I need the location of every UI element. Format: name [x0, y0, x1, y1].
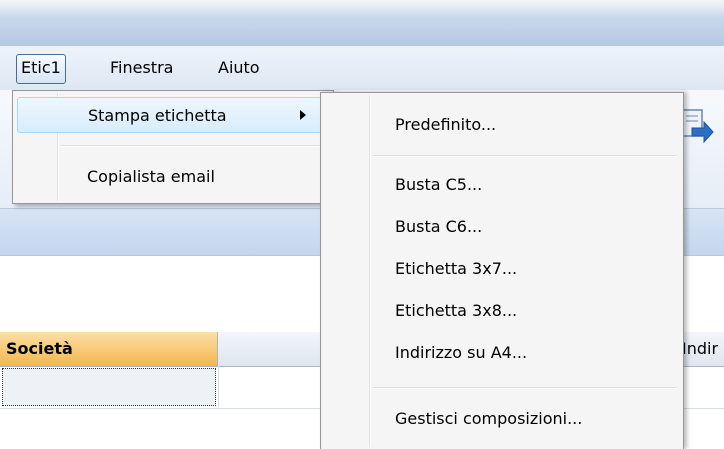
column-header-societa[interactable]: Società: [0, 332, 218, 366]
forward-arrow-icon[interactable]: [680, 106, 714, 146]
column-header-indirizzo[interactable]: Indir: [680, 332, 724, 366]
menu-finestra[interactable]: Finestra: [106, 54, 177, 82]
menu-item-label: Stampa etichetta: [88, 106, 227, 125]
window-title-bar: [0, 0, 724, 46]
menu-separator: [61, 145, 329, 147]
menu-gutter: [369, 95, 371, 447]
selected-cell[interactable]: [2, 368, 216, 406]
menu-item-indirizzo-su-a4[interactable]: Indirizzo su A4...: [395, 337, 527, 369]
dropdown-menu-etic1: Stampa etichetta Copialista email: [12, 90, 334, 204]
menu-separator: [373, 155, 677, 157]
menu-aiuto[interactable]: Aiuto: [214, 54, 264, 82]
menu-bar: Etic1 Finestra Aiuto: [0, 46, 724, 91]
submenu-arrow-icon: [300, 110, 306, 120]
menu-item-etichetta-3x8[interactable]: Etichetta 3x8...: [395, 295, 517, 327]
menu-etic1[interactable]: Etic1: [16, 54, 66, 84]
menu-item-busta-c6[interactable]: Busta C6...: [395, 211, 482, 243]
menu-item-copialista-email[interactable]: Copialista email: [87, 161, 215, 193]
submenu-stampa-etichetta: Predefinito... Busta C5... Busta C6... E…: [320, 92, 684, 449]
menu-item-predefinito[interactable]: Predefinito...: [395, 109, 496, 141]
menu-item-gestisci-composizioni[interactable]: Gestisci composizioni...: [395, 403, 582, 435]
menu-item-stampa-etichetta[interactable]: Stampa etichetta: [17, 97, 329, 133]
menu-separator: [373, 387, 677, 389]
menu-item-etichetta-3x7[interactable]: Etichetta 3x7...: [395, 253, 517, 285]
menu-item-busta-c5[interactable]: Busta C5...: [395, 169, 482, 201]
